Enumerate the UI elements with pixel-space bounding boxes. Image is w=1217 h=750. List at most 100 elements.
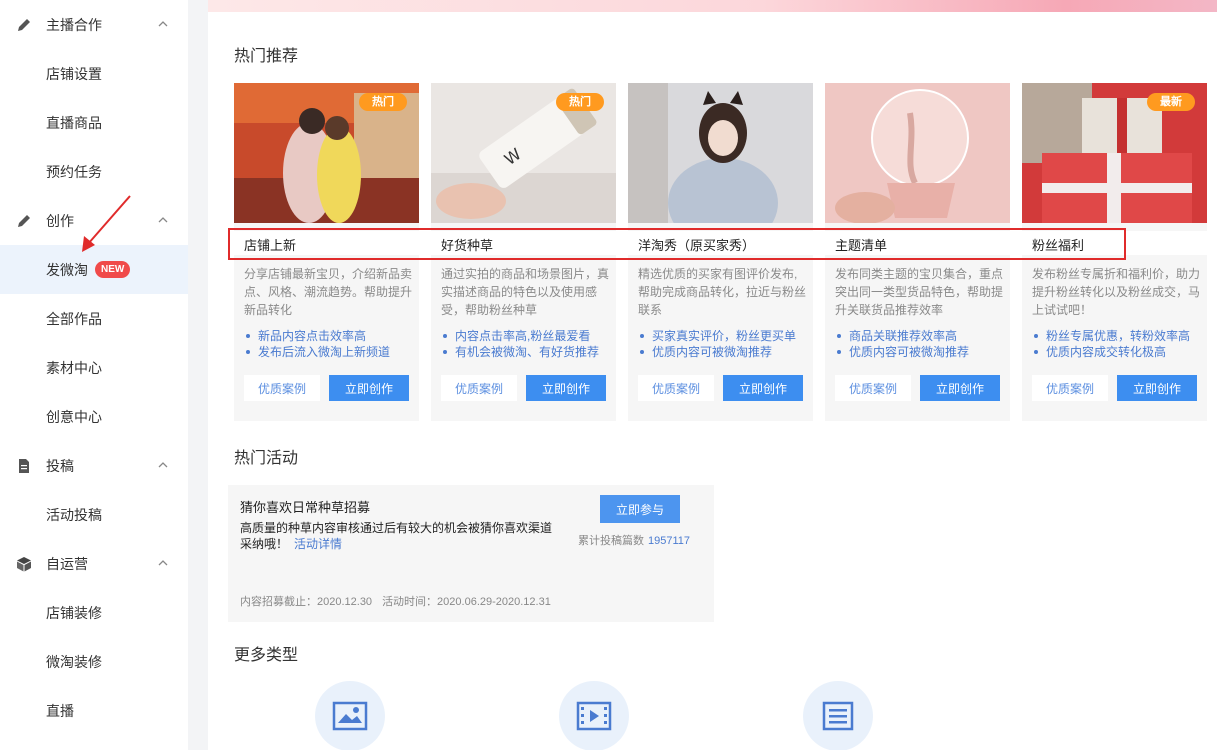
article-icon (822, 701, 854, 731)
sidebar-item-live-products[interactable]: 直播商品 (0, 98, 188, 147)
sidebar-item-label: 微淘装修 (46, 653, 102, 670)
sidebar-item-label: 发微淘 (46, 261, 88, 278)
card-buyer-show: 洋淘秀（原买家秀） 精选优质的买家有图评价发布,帮助完成商品转化，拉近与粉丝联系… (628, 83, 813, 421)
sidebar-item-live[interactable]: 直播 (0, 686, 188, 735)
quality-case-button[interactable]: 优质案例 (835, 375, 911, 401)
hot-tag: 热门 (556, 93, 604, 111)
type-video-button[interactable] (559, 681, 629, 750)
sidebar-item-weitao-decoration[interactable]: 微淘装修 (0, 637, 188, 686)
card-image (825, 83, 1010, 223)
sidebar-group-label: 创作 (46, 212, 74, 229)
card-bullet: 新品内容点击效率高 (244, 328, 422, 344)
card-bullet: 发布后流入微淘上新频道 (244, 344, 422, 360)
card-description: 精选优质的买家有图评价发布,帮助完成商品转化，拉近与粉丝联系 (638, 267, 807, 317)
quality-case-button[interactable]: 优质案例 (244, 375, 320, 401)
sidebar-item-label: 创意中心 (46, 408, 102, 425)
card-description: 通过实拍的商品和场景图片，真实描述商品的特色以及使用感受，帮助粉丝种草 (441, 267, 610, 317)
card-description: 发布同类主题的宝贝集合，重点突出同一类型货品特色，帮助提升关联货品推荐效率 (835, 267, 1004, 317)
sidebar-group-label: 投稿 (46, 457, 74, 474)
top-banner-gradient (208, 0, 1217, 12)
pencil-icon (18, 215, 30, 227)
sidebar-item-shop-decoration[interactable]: 店铺装修 (0, 588, 188, 637)
photo-girl-hoodie-icon (628, 83, 813, 223)
card-theme-list: 主题清单 发布同类主题的宝贝集合，重点突出同一类型货品特色，帮助提升关联货品推荐… (825, 83, 1010, 421)
activity-description-text: 高质量的种草内容审核通过后有较大的机会被猜你喜欢渠道采纳哦！ (240, 521, 553, 551)
pencil-icon (18, 19, 30, 31)
activity-title: 猜你喜欢日常种草招募 (240, 500, 371, 515)
activity-card: 猜你喜欢日常种草招募 高质量的种草内容审核通过后有较大的机会被猜你喜欢渠道采纳哦… (228, 485, 714, 622)
card-good-goods: W 热门 好货种草 通过实拍的商品和场景图片，真实描述商品的特色以及使用感受，帮… (431, 83, 616, 421)
hot-tag: 热门 (359, 93, 407, 111)
activity-deadline: 内容招募截止：2020.12.30 (240, 596, 373, 608)
card-bullets: 粉丝专属优惠，转粉效率高 优质内容成交转化极高 (1032, 328, 1210, 360)
card-shop-new: 热门 店铺上新 分享店铺最新宝贝，介绍新品卖点、风格、潮流趋势。帮助提升新品转化… (234, 83, 419, 421)
join-now-button[interactable]: 立即参与 (600, 495, 680, 523)
submission-count-value: 1957117 (648, 535, 691, 547)
card-bullets: 商品关联推荐效率高 优质内容可被微淘推荐 (835, 328, 1013, 360)
sidebar: 主播合作 店铺设置 直播商品 预约任务 创作 发微淘 NEW 全部作品 素材中心… (0, 0, 188, 750)
card-bullet: 粉丝专属优惠，转粉效率高 (1032, 328, 1210, 344)
card-bullet: 优质内容成交转化极高 (1032, 344, 1210, 360)
quality-case-button[interactable]: 优质案例 (441, 375, 517, 401)
card-title: 主题清单 (835, 238, 888, 253)
create-now-button[interactable]: 立即创作 (526, 375, 606, 401)
sidebar-group-label: 自运营 (46, 555, 88, 572)
card-description: 分享店铺最新宝贝，介绍新品卖点、风格、潮流趋势。帮助提升新品转化 (244, 267, 413, 317)
sidebar-group-anchor-coop[interactable]: 主播合作 (0, 0, 188, 49)
sidebar-item-post-weitao[interactable]: 发微淘 NEW (0, 245, 188, 294)
main-content: 热门推荐 热门 店铺上新 分享店铺最新宝贝，介绍新品卖点、风格、潮流趋势。帮助提… (208, 0, 1217, 750)
card-bullets: 内容点击率高,粉丝最爱看 有机会被微淘、有好货推荐 (441, 328, 619, 360)
sidebar-group-self-operation[interactable]: 自运营 (0, 539, 188, 588)
sidebar-item-all-works[interactable]: 全部作品 (0, 294, 188, 343)
card-bullet: 内容点击率高,粉丝最爱看 (441, 328, 619, 344)
activity-details-link[interactable]: 活动详情 (294, 537, 342, 551)
sidebar-item-label: 预约任务 (46, 163, 102, 180)
sidebar-item-booking-tasks[interactable]: 预约任务 (0, 147, 188, 196)
sidebar-group-label: 主播合作 (46, 16, 102, 33)
create-now-button[interactable]: 立即创作 (723, 375, 803, 401)
type-article-button[interactable] (803, 681, 873, 750)
chevron-up-icon (158, 217, 168, 223)
create-now-button[interactable]: 立即创作 (1117, 375, 1197, 401)
card-bullet: 优质内容可被微淘推荐 (638, 344, 816, 360)
create-now-button[interactable]: 立即创作 (920, 375, 1000, 401)
quality-case-button[interactable]: 优质案例 (1032, 375, 1108, 401)
card-bullet: 买家真实评价，粉丝更买单 (638, 328, 816, 344)
newest-tag: 最新 (1147, 93, 1195, 111)
create-now-button[interactable]: 立即创作 (329, 375, 409, 401)
type-image-button[interactable] (315, 681, 385, 750)
photo-glass-globe-icon (825, 83, 1010, 223)
sidebar-item-label: 全部作品 (46, 310, 102, 327)
card-bullet: 优质内容可被微淘推荐 (835, 344, 1013, 360)
sidebar-item-label: 素材中心 (46, 359, 102, 376)
sidebar-item-label: 直播商品 (46, 114, 102, 131)
new-badge: NEW (95, 261, 131, 278)
card-title: 店铺上新 (244, 238, 297, 253)
card-bullet: 有机会被微淘、有好货推荐 (441, 344, 619, 360)
sidebar-group-submission[interactable]: 投稿 (0, 441, 188, 490)
sidebar-item-material-center[interactable]: 素材中心 (0, 343, 188, 392)
image-icon (332, 701, 368, 731)
activity-period: 活动时间：2020.06.29-2020.12.31 (382, 596, 551, 608)
sidebar-item-label: 直播 (46, 702, 74, 719)
submission-count: 累计投稿篇数 1957117 (578, 532, 690, 548)
card-title: 好货种草 (441, 238, 494, 253)
card-bullets: 新品内容点击效率高 发布后流入微淘上新频道 (244, 328, 422, 360)
card-fan-welfare: 最新 粉丝福利 发布粉丝专属折和福利价，助力提升粉丝转化以及粉丝成交，马上试试吧… (1022, 83, 1207, 421)
quality-case-button[interactable]: 优质案例 (638, 375, 714, 401)
section-title-hot: 热门推荐 (234, 48, 299, 65)
sidebar-item-shop-settings[interactable]: 店铺设置 (0, 49, 188, 98)
sidebar-group-create[interactable]: 创作 (0, 196, 188, 245)
chevron-up-icon (158, 21, 168, 27)
activity-description: 高质量的种草内容审核通过后有较大的机会被猜你喜欢渠道采纳哦！ 活动详情 (240, 520, 560, 552)
chevron-up-icon (158, 560, 168, 566)
section-title-activities: 热门活动 (234, 450, 299, 467)
sidebar-item-label: 店铺装修 (46, 604, 102, 621)
submission-count-label: 累计投稿篇数 (578, 535, 644, 547)
card-bullets: 买家真实评价，粉丝更买单 优质内容可被微淘推荐 (638, 328, 816, 360)
card-bullet: 商品关联推荐效率高 (835, 328, 1013, 344)
activity-dates: 内容招募截止：2020.12.30 活动时间：2020.06.29-2020.12… (240, 593, 561, 609)
sidebar-item-creative-center[interactable]: 创意中心 (0, 392, 188, 441)
sidebar-item-activity-submission[interactable]: 活动投稿 (0, 490, 188, 539)
sidebar-item-label: 店铺设置 (46, 65, 102, 82)
